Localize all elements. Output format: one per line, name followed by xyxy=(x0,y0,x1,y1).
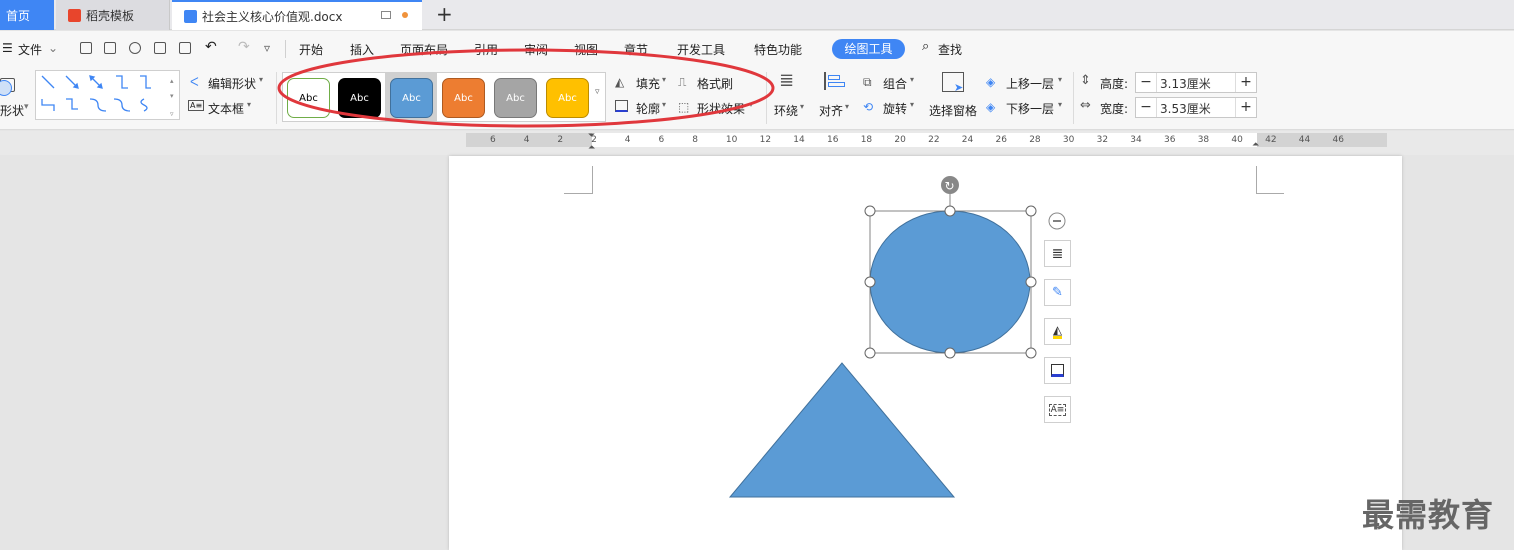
resize-handle-e[interactable] xyxy=(1025,276,1037,288)
drawing-layer: ↻ xyxy=(277,48,1066,498)
shape-style-brush-icon[interactable]: ✎ xyxy=(1044,279,1071,306)
ellipse-shape[interactable] xyxy=(869,210,1031,354)
text-box-tool-icon[interactable]: A≡ xyxy=(1044,396,1071,423)
resize-handle-sw[interactable] xyxy=(864,347,876,359)
resize-handle-n[interactable] xyxy=(944,205,956,217)
resize-handle-s[interactable] xyxy=(944,347,956,359)
annotation-ellipse xyxy=(277,48,775,128)
rotate-arrow-icon: ↻ xyxy=(945,179,955,193)
outline-color-icon[interactable] xyxy=(1044,357,1071,384)
resize-handle-ne[interactable] xyxy=(1025,205,1037,217)
resize-handle-se[interactable] xyxy=(1025,347,1037,359)
triangle-shape[interactable] xyxy=(728,362,956,498)
resize-handle-w[interactable] xyxy=(864,276,876,288)
layout-options-icon[interactable]: ≣ xyxy=(1044,240,1071,267)
resize-handle-nw[interactable] xyxy=(864,205,876,217)
fill-color-icon[interactable]: ◭ xyxy=(1044,318,1071,345)
watermark-text: 最需教育 xyxy=(1362,496,1495,534)
